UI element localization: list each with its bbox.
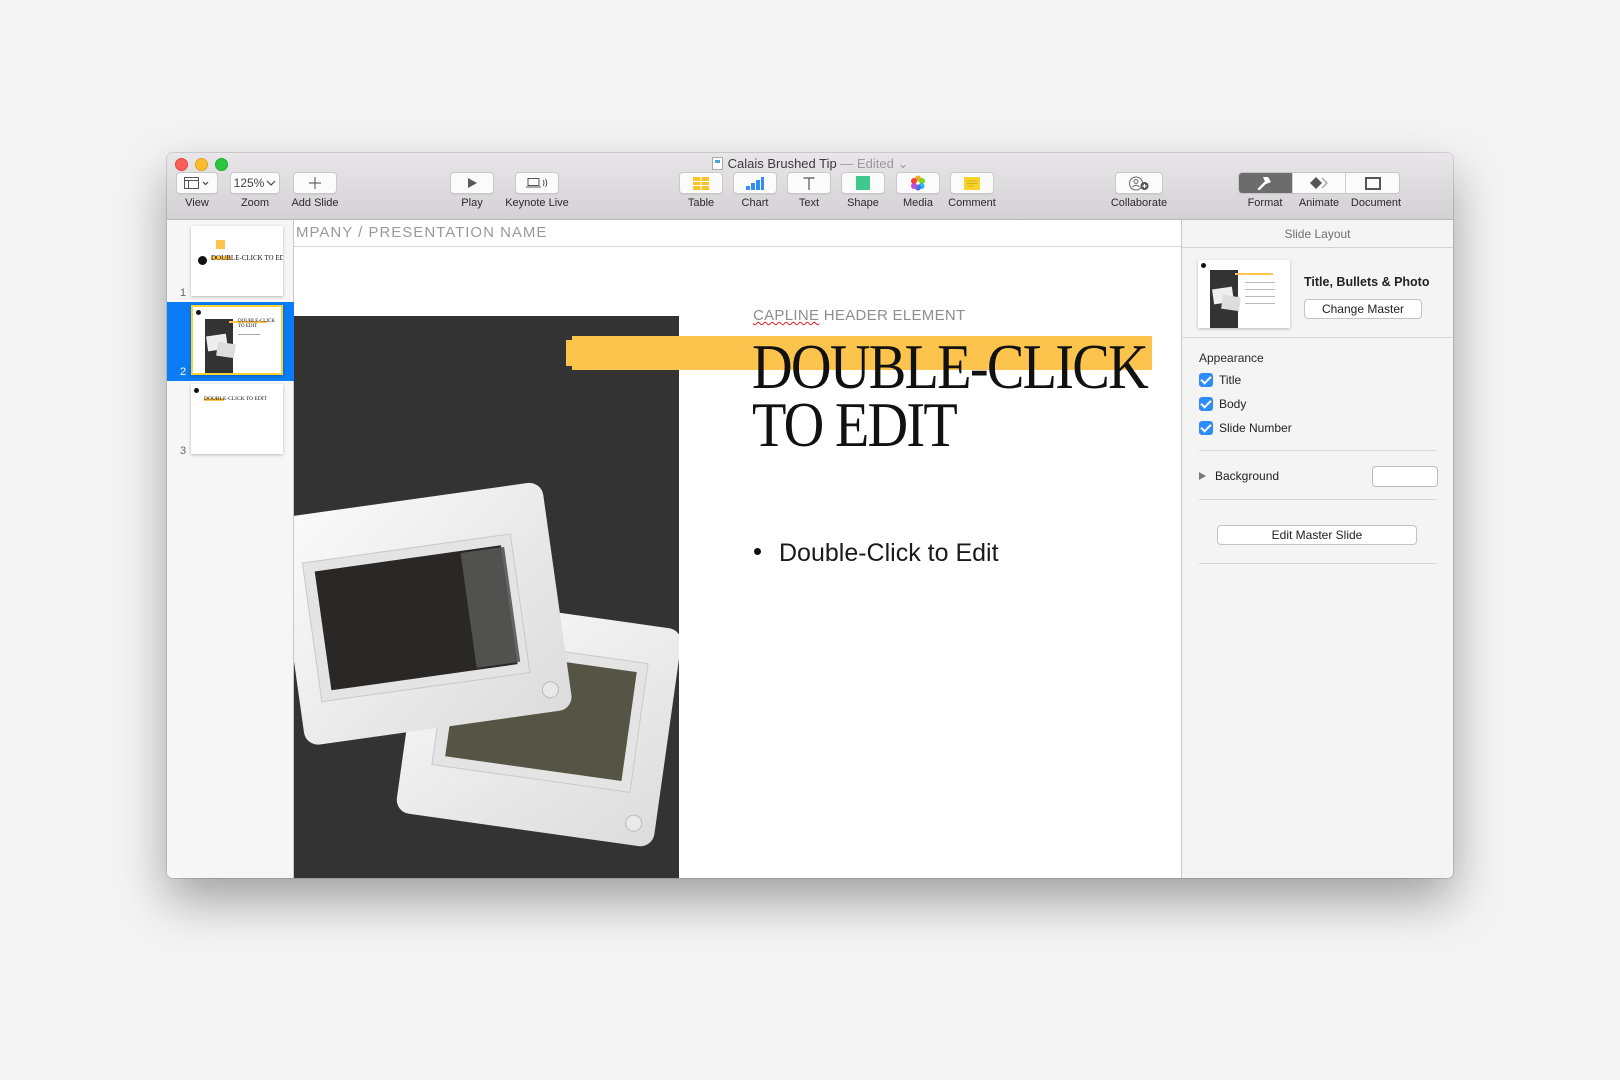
background-color-well[interactable] [1372,466,1438,487]
photos-icon [911,175,925,191]
slide-body-bullet[interactable]: Double-Click to Edit [754,539,999,568]
photo-placeholder[interactable] [294,316,682,878]
slide-number: 3 [180,445,187,457]
slide-title[interactable]: DOUBLE-CLICK TO EDIT [752,335,1149,457]
chevron-down-icon: ⌄ [897,156,909,171]
shape-icon [856,176,870,190]
text-icon [803,176,815,190]
divider [1199,499,1437,500]
change-master-button[interactable]: Change Master [1304,299,1422,319]
slide-number: 2 [180,366,187,378]
caption-header-element[interactable]: CAPLINE HEADER ELEMENT [753,307,966,324]
slide-thumbnail-1[interactable]: DOUBLE-CLICK TO EDIT 1 [167,223,294,302]
disclosure-triangle-icon [1199,472,1206,480]
document-title[interactable]: Calais Brushed Tip — Edited ⌄ [167,156,1453,172]
slide-thumbnail-2[interactable]: DOUBLE-CLICK TO EDIT 2 [167,302,294,381]
bullet-icon [754,548,761,555]
plus-icon [309,177,321,189]
slide-canvas[interactable]: MPANY / PRESENTATION NAME CAPLINE HEADER… [294,220,1181,878]
chart-label: Chart [741,197,769,209]
slide-preview: DOUBLE-CLICK TO EDIT [191,305,283,375]
edit-master-slide-button[interactable]: Edit Master Slide [1217,525,1417,545]
shape-label: Shape [847,197,879,209]
comment-button[interactable] [950,172,994,194]
broadcast-icon [526,178,548,188]
background-disclosure[interactable]: Background [1199,469,1279,483]
slide-navigator: DOUBLE-CLICK TO EDIT 1 DOUBLE-CLICK TO E… [167,220,294,878]
checkbox-checked-icon [1199,421,1213,435]
slide-thumbnail-3[interactable]: DOUBLE-CLICK TO EDIT 3 [167,381,294,460]
add-slide-button[interactable] [293,172,337,194]
document-icon [1364,176,1381,190]
comment-icon [964,176,980,190]
slide-preview: DOUBLE-CLICK TO EDIT [191,226,283,296]
master-layout-section: Title, Bullets & Photo Change Master [1182,248,1453,338]
collaborate-label: Collaborate [1110,197,1168,209]
table-button[interactable] [679,172,723,194]
table-label: Table [687,197,715,209]
slide-header-bar: MPANY / PRESENTATION NAME [294,220,1181,247]
keynote-window: Calais Brushed Tip — Edited ⌄ View 125% … [167,153,1453,878]
format-label: Format [1247,197,1283,209]
sidebar-layout-icon [184,177,209,189]
divider [1199,563,1437,564]
play-label: Play [461,197,483,209]
document-label: Document [1350,197,1402,209]
media-label: Media [903,197,933,209]
toolbar: Calais Brushed Tip — Edited ⌄ View 125% … [167,153,1453,220]
chart-icon [746,176,764,190]
play-icon [468,178,477,188]
slide-preview: DOUBLE-CLICK TO EDIT [191,384,283,454]
animate-icon [1310,177,1328,189]
checkbox-checked-icon [1199,397,1213,411]
divider [1199,450,1437,451]
collaborate-icon [1129,176,1149,190]
presentation-name-text[interactable]: MPANY / PRESENTATION NAME [296,224,547,241]
play-button[interactable] [450,172,494,194]
chevron-down-icon [266,180,276,186]
view-label: View [185,197,209,209]
checkbox-checked-icon [1199,373,1213,387]
inspector-segmented-control [1238,172,1400,194]
collaborate-button[interactable] [1115,172,1163,194]
text-button[interactable] [787,172,831,194]
text-label: Text [798,197,820,209]
document-tab[interactable] [1346,173,1399,193]
keynote-live-label: Keynote Live [505,197,569,209]
format-tab[interactable] [1239,173,1293,193]
animate-label: Animate [1298,197,1340,209]
slide-number-checkbox[interactable]: Slide Number [1199,421,1292,435]
body-checkbox[interactable]: Body [1199,397,1246,411]
slide-layout-tab[interactable]: Slide Layout [1182,220,1453,248]
animate-tab[interactable] [1293,173,1347,193]
format-inspector: Slide Layout Title, Bullets & Photo Chan… [1181,220,1453,878]
master-slide-thumbnail[interactable] [1198,260,1290,328]
table-icon [693,176,709,190]
view-button[interactable] [176,172,218,194]
zoom-select[interactable]: 125% [230,172,280,194]
paintbrush-icon [1258,177,1272,190]
edited-status: — Edited [840,156,894,171]
media-button[interactable] [896,172,940,194]
slide-number: 1 [180,287,187,299]
title-checkbox[interactable]: Title [1199,373,1241,387]
add-slide-label: Add Slide [291,197,339,209]
comment-label: Comment [948,197,996,209]
keynote-doc-icon [711,157,723,170]
slide-mounts-image [294,482,682,847]
slide-number-badge [198,256,207,265]
appearance-label: Appearance [1199,351,1264,365]
misspelled-word: CAPLINE [753,307,820,324]
slide-mount-front [294,482,572,745]
zoom-label: Zoom [240,197,270,209]
keynote-live-button[interactable] [515,172,559,194]
chart-button[interactable] [733,172,777,194]
shape-button[interactable] [841,172,885,194]
layout-name: Title, Bullets & Photo [1304,275,1430,289]
